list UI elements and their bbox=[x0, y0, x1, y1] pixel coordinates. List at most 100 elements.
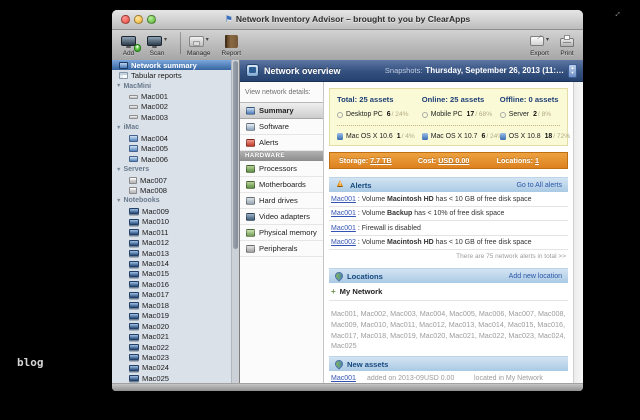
sidebar-item-mac005[interactable]: Mac005 bbox=[112, 144, 231, 154]
sidebar-item-mac021[interactable]: Mac021 bbox=[112, 331, 231, 341]
menu-item-label: Processors bbox=[259, 164, 297, 173]
sidebar-item-mac018[interactable]: Mac018 bbox=[112, 300, 231, 310]
device-name: Mobile PC bbox=[430, 111, 463, 118]
sidebar-item-mac013[interactable]: Mac013 bbox=[112, 248, 231, 258]
stepper-down-icon[interactable]: ▾ bbox=[571, 70, 573, 76]
menu-item-label: Physical memory bbox=[259, 228, 317, 237]
laptop-icon bbox=[129, 281, 139, 288]
add-new-location-link[interactable]: Add new location bbox=[509, 273, 562, 280]
menu-item-label: Summary bbox=[259, 106, 294, 115]
hard-drive-icon bbox=[246, 196, 255, 205]
sidebar-item-label: Mac010 bbox=[142, 217, 170, 227]
sidebar-item-label: Mac003 bbox=[141, 112, 169, 122]
laptop-icon bbox=[129, 208, 139, 215]
alert-text: : Volume bbox=[355, 210, 388, 217]
print-button[interactable]: Print bbox=[560, 34, 574, 57]
sidebar-item-mac010[interactable]: Mac010 bbox=[112, 217, 231, 227]
network-row[interactable]: + My Network bbox=[329, 283, 568, 301]
snapshot-stepper[interactable]: ▴ ▾ bbox=[568, 63, 577, 78]
sidebar-item-mac020[interactable]: Mac020 bbox=[112, 321, 231, 331]
alert-host-link[interactable]: Mac001 bbox=[331, 225, 356, 232]
sidebar-item-mac015[interactable]: Mac015 bbox=[112, 269, 231, 279]
menu-item-video-adapters[interactable]: Video adapters bbox=[240, 209, 323, 225]
new-assets-header: New assets bbox=[329, 356, 568, 372]
sidebar-item-mac012[interactable]: Mac012 bbox=[112, 237, 231, 247]
sidebar-item-mac024[interactable]: Mac024 bbox=[112, 363, 231, 373]
disclosure-triangle-icon: ▼ bbox=[116, 197, 122, 204]
imac-icon bbox=[129, 145, 138, 152]
report-button[interactable]: Report bbox=[221, 34, 242, 57]
sidebar-group-notebooks[interactable]: ▼ Notebooks bbox=[112, 196, 231, 206]
menu-item-label: Video adapters bbox=[259, 212, 310, 221]
sidebar-item-mac014[interactable]: Mac014 bbox=[112, 258, 231, 268]
sidebar-item-mac022[interactable]: Mac022 bbox=[112, 342, 231, 352]
mac-mini-icon bbox=[129, 104, 138, 109]
alert-host-link[interactable]: Mac001 bbox=[331, 196, 356, 203]
menu-item-physical-memory[interactable]: Physical memory bbox=[240, 225, 323, 241]
storage-link[interactable]: 7.7 TB bbox=[370, 156, 392, 165]
sidebar-group-label: iMac bbox=[123, 124, 140, 132]
sidebar-group-imac[interactable]: ▼ iMac bbox=[112, 123, 231, 133]
sidebar-group-servers[interactable]: ▼ Servers bbox=[112, 164, 231, 174]
cost-link[interactable]: USD 0.00 bbox=[438, 156, 469, 165]
manage-button[interactable]: ▾ Manage bbox=[187, 34, 211, 57]
alert-host-link[interactable]: Mac002 bbox=[331, 239, 356, 246]
sidebar-item-mac009[interactable]: Mac009 bbox=[112, 206, 231, 216]
printer-icon bbox=[560, 35, 574, 47]
scrollbar-thumb[interactable] bbox=[233, 61, 238, 249]
sidebar-item-mac008[interactable]: Mac008 bbox=[112, 185, 231, 195]
sidebar-item-mac002[interactable]: Mac002 bbox=[112, 102, 231, 112]
scan-button[interactable]: ▾ Scan bbox=[147, 34, 167, 57]
sidebar-scrollbar[interactable] bbox=[231, 60, 239, 384]
panel-title: Network overview bbox=[264, 65, 341, 76]
sidebar-item-mac006[interactable]: Mac006 bbox=[112, 154, 231, 164]
sidebar-item-mac004[interactable]: Mac004 bbox=[112, 133, 231, 143]
menu-item-alerts[interactable]: Alerts bbox=[240, 135, 323, 151]
sidebar-item-network-summary[interactable]: Network summary bbox=[112, 60, 231, 71]
export-button[interactable]: ▾ Export bbox=[529, 34, 549, 57]
locations-link[interactable]: 1 bbox=[535, 156, 539, 165]
menu-item-peripherals[interactable]: Peripherals bbox=[240, 241, 323, 257]
sidebar-item-label: Mac023 bbox=[142, 352, 170, 362]
add-button[interactable]: + Add bbox=[121, 34, 141, 57]
snapshot-date: Thursday, September 26, 2013 (11:… bbox=[425, 66, 564, 75]
summary-box: Total: 25 assets Online: 25 assets Offli… bbox=[329, 88, 570, 146]
go-to-all-alerts-link[interactable]: Go to All alerts bbox=[516, 182, 562, 189]
sidebar-item-mac001[interactable]: Mac001 bbox=[112, 91, 231, 101]
menu-item-label: Hard drives bbox=[259, 196, 298, 205]
sidebar-item-mac011[interactable]: Mac011 bbox=[112, 227, 231, 237]
new-assets-title: New assets bbox=[347, 359, 389, 369]
total-value: 25 assets bbox=[359, 95, 394, 104]
sidebar-item-label: Mac008 bbox=[140, 185, 168, 195]
titlebar: ⚑ Network Inventory Advisor – brought to … bbox=[112, 10, 583, 30]
sidebar-item-mac025[interactable]: Mac025 bbox=[112, 373, 231, 383]
menu-item-motherboards[interactable]: Motherboards bbox=[240, 177, 323, 193]
sidebar-item-tabular-reports[interactable]: Tabular reports bbox=[112, 70, 231, 80]
menu-item-software[interactable]: Software bbox=[240, 119, 323, 135]
online-value: 25 assets bbox=[450, 95, 485, 104]
device-name: Server bbox=[508, 111, 530, 118]
sidebar-group-macmini[interactable]: ▼ MacMini bbox=[112, 81, 231, 91]
export-button-label: Export bbox=[530, 49, 549, 57]
alert-host-link[interactable]: Mac001 bbox=[331, 210, 356, 217]
content-scrollbar[interactable] bbox=[573, 82, 583, 384]
asset-host-link[interactable]: Mac001 bbox=[331, 375, 356, 382]
menu-item-summary[interactable]: Summary bbox=[240, 102, 323, 119]
sidebar-item-mac019[interactable]: Mac019 bbox=[112, 311, 231, 321]
menu-item-processors[interactable]: Processors bbox=[240, 161, 323, 177]
sidebar-item-label: Mac015 bbox=[142, 269, 170, 279]
close-button[interactable] bbox=[121, 15, 130, 24]
sidebar-item-mac017[interactable]: Mac017 bbox=[112, 290, 231, 300]
report-button-label: Report bbox=[221, 49, 242, 57]
cost-label: Cost: bbox=[417, 156, 437, 165]
sidebar-item-mac003[interactable]: Mac003 bbox=[112, 112, 231, 122]
alert-row: Mac001 : Volume Backup has < 10% of free… bbox=[329, 207, 568, 221]
menu-item-hard-drives[interactable]: Hard drives bbox=[240, 193, 323, 209]
sidebar-item-mac023[interactable]: Mac023 bbox=[112, 352, 231, 362]
sidebar-item-label: Mac007 bbox=[140, 175, 168, 185]
device-share: / 68% bbox=[475, 111, 493, 118]
sidebar-item-mac016[interactable]: Mac016 bbox=[112, 279, 231, 289]
asset-host-cell: Mac001 bbox=[331, 375, 367, 382]
laptop-icon bbox=[129, 375, 139, 382]
sidebar-item-mac007[interactable]: Mac007 bbox=[112, 175, 231, 185]
